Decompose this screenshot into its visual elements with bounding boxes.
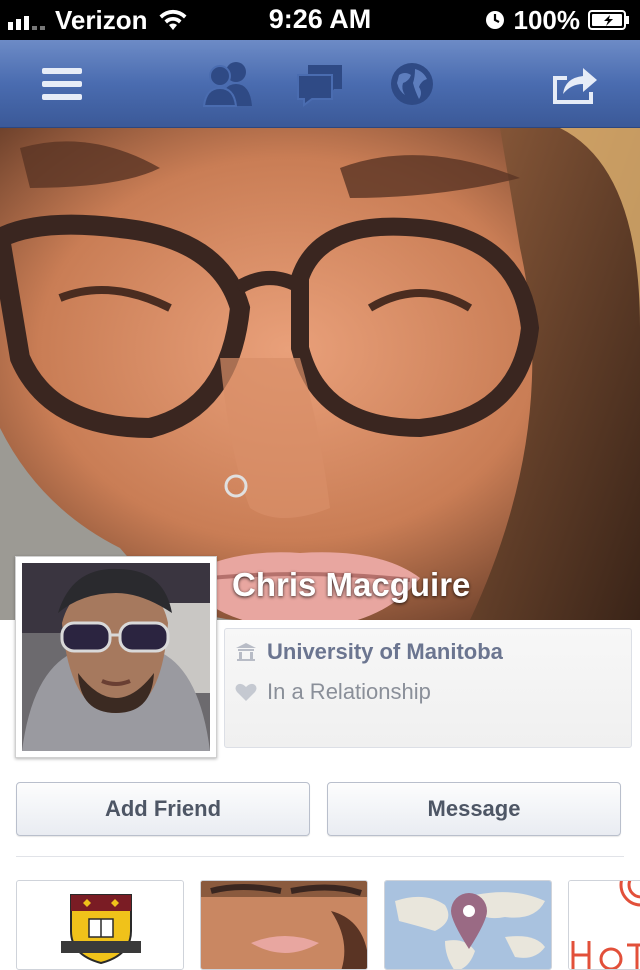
profile-info-box[interactable]: University of Manitoba In a Relationship xyxy=(224,628,632,748)
notifications-button[interactable] xyxy=(382,56,442,112)
places-map-thumb[interactable] xyxy=(384,880,552,970)
map-thumb-image xyxy=(385,881,551,969)
photos-thumb-image xyxy=(201,881,367,969)
battery-percentage: 100% xyxy=(513,4,581,35)
messages-button[interactable] xyxy=(290,56,350,112)
share-button[interactable] xyxy=(544,56,604,112)
alarm-clock-icon xyxy=(485,11,504,29)
navigation-bar xyxy=(0,40,640,128)
university-crest-icon xyxy=(61,894,141,965)
notifications-globe-icon xyxy=(391,63,433,105)
relationship-text: In a Relationship xyxy=(267,679,431,704)
heart-icon xyxy=(235,683,257,701)
education-text: University of Manitoba xyxy=(267,639,503,664)
friend-requests-button[interactable] xyxy=(198,56,258,112)
menu-button[interactable] xyxy=(32,56,92,112)
likes-thumb[interactable] xyxy=(568,880,640,970)
message-button[interactable]: Message xyxy=(327,782,621,836)
likes-thumb-image xyxy=(569,881,640,969)
menu-icon xyxy=(42,68,82,100)
photos-thumb[interactable] xyxy=(200,880,368,970)
status-bar: Verizon 9:26 AM 100% xyxy=(0,0,640,40)
university-crest-thumb[interactable] xyxy=(16,880,184,970)
school-icon xyxy=(236,643,256,661)
friend-requests-icon xyxy=(202,62,252,107)
add-friend-button[interactable]: Add Friend xyxy=(16,782,310,836)
education-row[interactable]: University of Manitoba xyxy=(235,639,503,665)
relationship-row[interactable]: In a Relationship xyxy=(235,679,431,705)
profile-picture-image xyxy=(22,563,210,751)
battery-charging-icon xyxy=(588,10,629,30)
status-right: 100% xyxy=(484,4,631,36)
profile-name: Chris Macguire xyxy=(232,566,471,603)
cover-photo-image xyxy=(0,128,640,620)
profile-picture[interactable] xyxy=(15,556,217,758)
cover-photo[interactable] xyxy=(0,128,640,620)
messages-icon xyxy=(297,65,342,107)
share-icon xyxy=(553,68,597,104)
section-divider xyxy=(16,856,624,857)
